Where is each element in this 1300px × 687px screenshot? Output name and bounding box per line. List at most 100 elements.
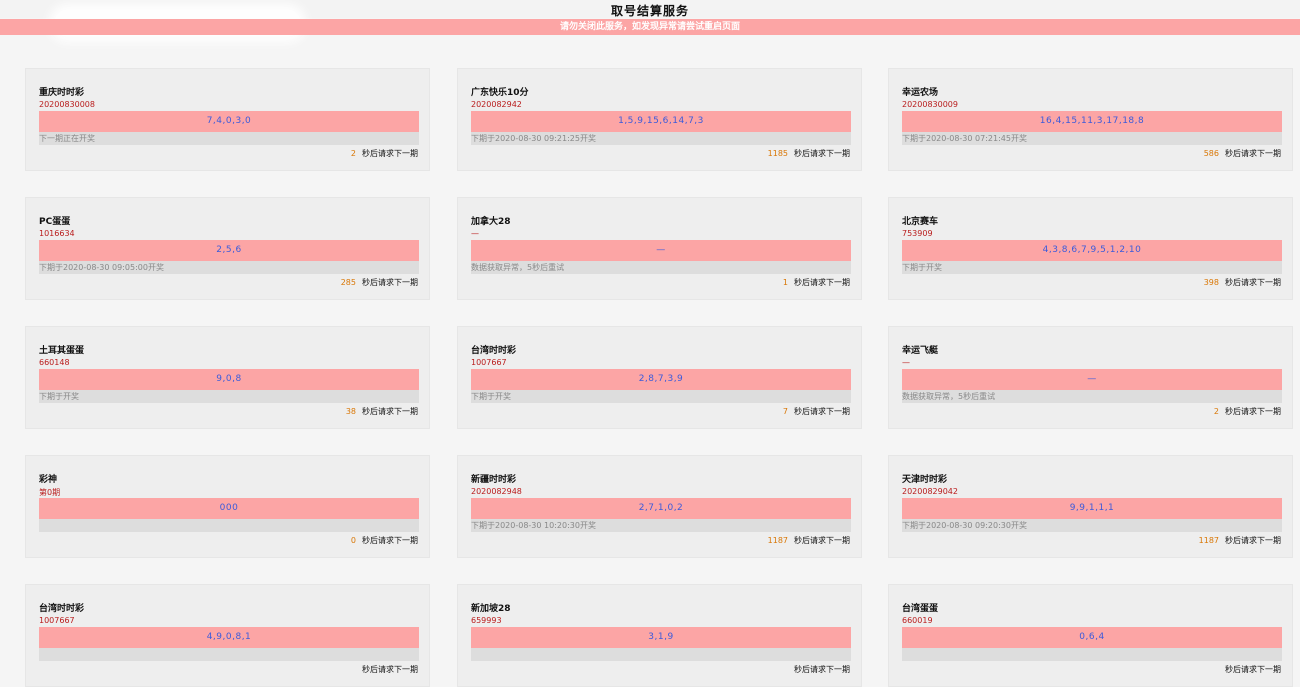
draw-result: 9,9,1,1,1 (902, 498, 1282, 519)
next-draw-info: 下期于开奖 (471, 390, 851, 403)
lottery-name: 彩神 (39, 475, 58, 485)
countdown-seconds: 1187 (1198, 536, 1219, 545)
draw-result: 2,5,6 (39, 240, 419, 261)
notice-banner: 请勿关闭此服务，如发现异常请尝试重启页面 (0, 19, 1300, 35)
countdown: 285 秒后请求下一期 (341, 277, 418, 288)
next-draw-info: 数据获取异常，5秒后重试 (902, 390, 1282, 403)
issue-number: — (902, 358, 910, 367)
lottery-card: 幸运农场 20200830009 16,4,15,11,3,17,18,8 下期于20… (888, 68, 1293, 171)
lottery-name: 天津时时彩 (902, 475, 948, 485)
next-draw-info: 下期于2020-08-30 07:21:45开奖 (902, 132, 1282, 145)
lottery-name: 北京赛车 (902, 217, 939, 227)
issue-number: 753909 (902, 229, 933, 238)
lottery-name: 台湾时时彩 (471, 346, 517, 356)
lottery-name: 加拿大28 (471, 217, 511, 227)
countdown-seconds: 7 (782, 407, 788, 416)
next-draw-info: 下期于开奖 (902, 261, 1282, 274)
countdown-seconds: 0 (350, 536, 356, 545)
countdown-label: 秒后请求下一期 (362, 407, 418, 416)
next-draw-info: 下期于2020-08-30 09:21:25开奖 (471, 132, 851, 145)
draw-result: 16,4,15,11,3,17,18,8 (902, 111, 1282, 132)
lottery-card: 台湾时时彩 1007667 2,8,7,3,9 下期于开奖 7 秒后请求下一期 (457, 326, 862, 429)
lottery-name: 幸运农场 (902, 88, 939, 98)
lottery-card: 新疆时时彩 2020082948 2,7,1,0,2 下期于2020-08-30 10… (457, 455, 862, 558)
issue-number: 1007667 (39, 616, 75, 625)
lottery-card: 广东快乐10分 2020082942 1,5,9,15,6,14,7,3 下期于202… (457, 68, 862, 171)
countdown: 38 秒后请求下一期 (346, 406, 418, 417)
draw-result: 7,4,0,3,0 (39, 111, 419, 132)
countdown-label: 秒后请求下一期 (1225, 407, 1281, 416)
lottery-name: 广东快乐10分 (471, 88, 529, 98)
countdown: 秒后请求下一期 (788, 664, 850, 675)
lottery-card: 土耳其蛋蛋 660148 9,0,8 下期于开奖 38 秒后请求下一期 (25, 326, 430, 429)
lottery-card: 幸运飞艇 — — 数据获取异常，5秒后重试 2 秒后请求下一期 (888, 326, 1293, 429)
lottery-card: PC蛋蛋 1016634 2,5,6 下期于2020-08-30 09:05:00开奖… (25, 197, 430, 300)
countdown-label: 秒后请求下一期 (1225, 278, 1281, 287)
countdown-label: 秒后请求下一期 (362, 278, 418, 287)
draw-result: 2,8,7,3,9 (471, 369, 851, 390)
draw-result: 9,0,8 (39, 369, 419, 390)
countdown-seconds: 285 (340, 278, 356, 287)
countdown-seconds: 586 (1203, 149, 1219, 158)
next-draw-info (39, 648, 419, 661)
lottery-name: 台湾时时彩 (39, 604, 85, 614)
lottery-name: 幸运飞艇 (902, 346, 939, 356)
countdown: 7 秒后请求下一期 (783, 406, 850, 417)
issue-number: 20200829042 (902, 487, 958, 496)
lottery-card: 北京赛车 753909 4,3,8,6,7,9,5,1,2,10 下期于开奖 398 秒后… (888, 197, 1293, 300)
lottery-card-grid: 重庆时时彩 20200830008 7,4,0,3,0 下一期正在开奖 2 秒后请求下一期… (0, 0, 1300, 687)
page-title: 取号结算服务 (610, 4, 689, 18)
lottery-card: 彩神 第0期 000 0 秒后请求下一期 (25, 455, 430, 558)
countdown-label: 秒后请求下一期 (794, 665, 850, 674)
countdown: 1185 秒后请求下一期 (768, 148, 850, 159)
countdown-label: 秒后请求下一期 (1225, 536, 1281, 545)
issue-number: 660019 (902, 616, 933, 625)
countdown: 秒后请求下一期 (356, 664, 418, 675)
lottery-card: 新加坡28 659993 3,1,9 秒后请求下一期 (457, 584, 862, 687)
next-draw-info: 下期于2020-08-30 09:05:00开奖 (39, 261, 419, 274)
issue-number: 660148 (39, 358, 70, 367)
next-draw-info: 下一期正在开奖 (39, 132, 419, 145)
countdown-seconds: 2 (1213, 407, 1219, 416)
next-draw-info: 下期于开奖 (39, 390, 419, 403)
lottery-name: 台湾蛋蛋 (902, 604, 939, 614)
countdown: 1187 秒后请求下一期 (768, 535, 850, 546)
next-draw-info: 数据获取异常，5秒后重试 (471, 261, 851, 274)
next-draw-info: 下期于2020-08-30 10:20:30开奖 (471, 519, 851, 532)
countdown: 586 秒后请求下一期 (1204, 148, 1281, 159)
issue-number: 20200830008 (39, 100, 95, 109)
draw-result: 4,9,0,8,1 (39, 627, 419, 648)
lottery-card: 台湾时时彩 1007667 4,9,0,8,1 秒后请求下一期 (25, 584, 430, 687)
countdown-label: 秒后请求下一期 (362, 536, 418, 545)
countdown-label: 秒后请求下一期 (794, 407, 850, 416)
countdown: 2 秒后请求下一期 (1214, 406, 1281, 417)
countdown-label: 秒后请求下一期 (1225, 149, 1281, 158)
issue-number: 659993 (471, 616, 502, 625)
countdown-seconds: 1185 (767, 149, 788, 158)
next-draw-info (471, 648, 851, 661)
draw-result: 0,6,4 (902, 627, 1282, 648)
draw-result: 1,5,9,15,6,14,7,3 (471, 111, 851, 132)
lottery-card: 天津时时彩 20200829042 9,9,1,1,1 下期于2020-08-30 0… (888, 455, 1293, 558)
issue-number: 第0期 (39, 488, 61, 497)
issue-number: — (471, 229, 479, 238)
lottery-name: 新疆时时彩 (471, 475, 517, 485)
next-draw-info: 下期于2020-08-30 09:20:30开奖 (902, 519, 1282, 532)
lottery-name: 新加坡28 (471, 604, 511, 614)
countdown-seconds: 2 (350, 149, 356, 158)
issue-number: 1016634 (39, 229, 75, 238)
lottery-card: 重庆时时彩 20200830008 7,4,0,3,0 下一期正在开奖 2 秒后请求下一期 (25, 68, 430, 171)
countdown-label: 秒后请求下一期 (362, 665, 418, 674)
lottery-name: 土耳其蛋蛋 (39, 346, 85, 356)
draw-result: — (471, 240, 851, 261)
countdown-seconds: 38 (345, 407, 356, 416)
countdown: 1187 秒后请求下一期 (1199, 535, 1281, 546)
next-draw-info (902, 648, 1282, 661)
next-draw-info (39, 519, 419, 532)
countdown-seconds: 1 (782, 278, 788, 287)
countdown: 0 秒后请求下一期 (351, 535, 418, 546)
countdown: 398 秒后请求下一期 (1204, 277, 1281, 288)
countdown-seconds: 398 (1203, 278, 1219, 287)
countdown: 秒后请求下一期 (1219, 664, 1281, 675)
countdown-label: 秒后请求下一期 (794, 149, 850, 158)
